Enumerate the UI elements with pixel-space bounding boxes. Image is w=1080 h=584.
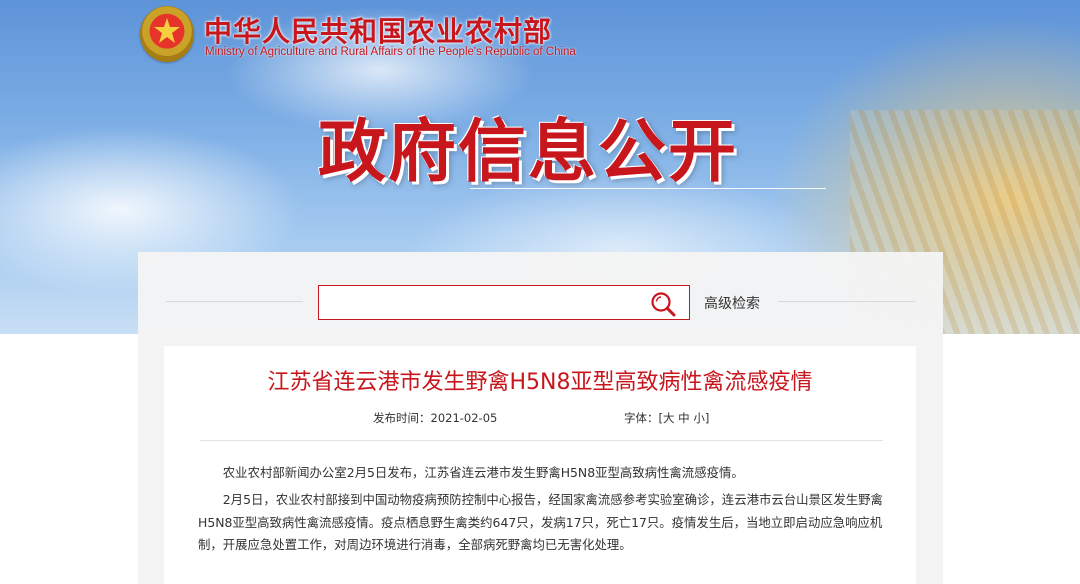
divider-right xyxy=(778,301,915,302)
search-icon[interactable] xyxy=(649,290,677,318)
divider-left xyxy=(166,301,303,302)
emblem-star-icon xyxy=(154,18,180,43)
publish-date: 发布时间：2021-02-05 xyxy=(373,410,533,426)
article-card: 江苏省连云港市发生野禽H5N8亚型高致病性禽流感疫情 发布时间：2021-02-… xyxy=(164,346,916,584)
font-size-medium[interactable]: 中 xyxy=(678,411,690,425)
article-paragraph: 农业农村部新闻办公室2月5日发布，江苏省连云港市发生野禽H5N8亚型高致病性禽流… xyxy=(222,465,744,480)
article-title: 江苏省连云港市发生野禽H5N8亚型高致病性禽流感疫情 xyxy=(267,370,813,395)
publish-date-label: 发布时间： xyxy=(373,411,431,425)
article-paragraph: 2月5日，农业农村部接到中国动物疫病预防控制中心报告，经国家禽流感参考实验室确诊… xyxy=(198,492,883,552)
font-bracket-close: ] xyxy=(704,411,710,425)
article-divider xyxy=(200,440,883,441)
title-underline xyxy=(470,188,826,189)
section-title: 政府信息公开 xyxy=(318,113,739,192)
font-size-controls: 字体：[大 中 小] xyxy=(624,410,744,426)
ministry-name-cn[interactable]: 中华人民共和国农业农村部 xyxy=(204,10,564,48)
national-emblem-icon[interactable] xyxy=(140,6,194,62)
search-panel: 高级检索 xyxy=(138,252,943,334)
search-box xyxy=(318,285,690,320)
advanced-search-link[interactable]: 高级检索 xyxy=(704,293,774,312)
search-input[interactable] xyxy=(325,290,649,316)
font-size-large[interactable]: 大 xyxy=(663,411,675,425)
publish-date-value: 2021-02-05 xyxy=(430,411,498,425)
font-size-small[interactable]: 小 xyxy=(693,411,705,425)
ministry-name-en: Ministry of Agriculture and Rural Affair… xyxy=(205,46,576,58)
font-size-label: 字体： xyxy=(624,411,659,425)
